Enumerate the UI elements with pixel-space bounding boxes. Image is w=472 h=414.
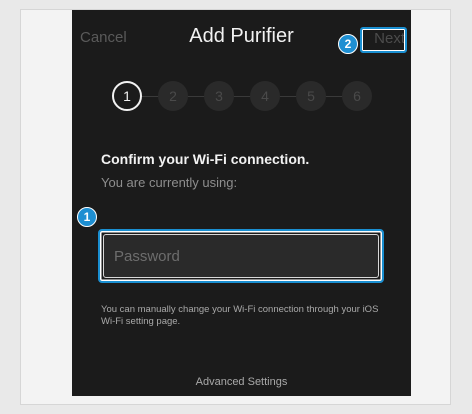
password-input[interactable] [103,234,379,278]
step-2: 2 [158,81,188,111]
step-3: 3 [204,81,234,111]
step-4: 4 [250,81,280,111]
callout-badge-1: 1 [77,207,97,227]
step-1: 1 [112,81,142,111]
step-5: 5 [296,81,326,111]
confirm-wifi-heading: Confirm your Wi-Fi connection. [101,151,310,167]
step-indicator: 1 2 3 4 5 6 [112,80,372,114]
callout-badge-2: 2 [338,34,358,54]
phone-screen: Cancel Add Purifier Next 2 1 2 3 4 5 6 C… [72,10,411,396]
current-network-label: You are currently using: [101,175,238,190]
navigation-bar: Cancel Add Purifier Next 2 [72,10,411,62]
next-highlight-box [360,27,407,53]
wifi-settings-note: You can manually change your Wi-Fi conne… [101,304,379,327]
advanced-settings-link[interactable]: Advanced Settings [72,376,411,388]
step-6: 6 [342,81,372,111]
